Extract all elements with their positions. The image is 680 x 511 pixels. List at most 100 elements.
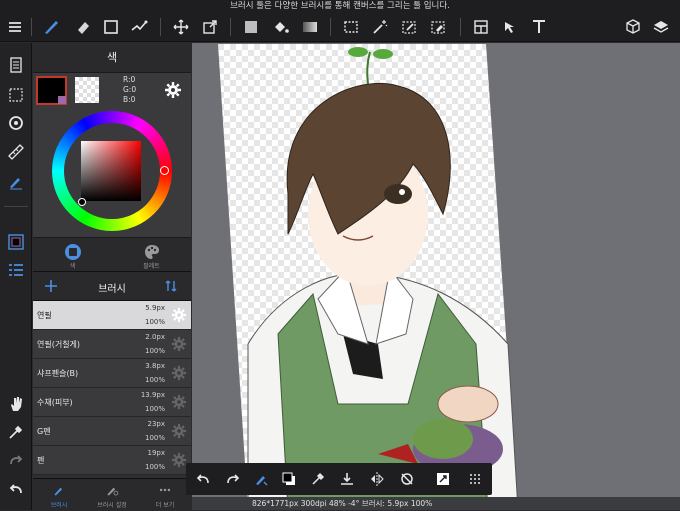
secondary-color-swatch[interactable]	[75, 77, 99, 103]
brush-opacity: 100%	[144, 318, 165, 326]
flip-horizontal-icon[interactable]	[366, 468, 388, 490]
brush-rotate-icon[interactable]	[250, 468, 272, 490]
tab-color-label: 색	[69, 263, 76, 270]
tab-color[interactable]: 색	[33, 238, 112, 272]
brush-settings-gear-icon[interactable]	[171, 307, 187, 323]
color-tabs: 색 팔레트	[33, 237, 191, 271]
fill-color-icon[interactable]	[240, 16, 262, 38]
undo-icon[interactable]	[5, 478, 27, 500]
tab-brush-settings-label: 브러시 설정	[97, 502, 127, 509]
brush-settings-gear-icon[interactable]	[171, 423, 187, 439]
brush-size: 13.9px	[140, 391, 165, 399]
brush-settings-icon	[107, 487, 119, 496]
brush-settings-gear-icon[interactable]	[171, 452, 187, 468]
tab-more[interactable]: 더 보기	[139, 479, 191, 511]
undo-icon[interactable]	[192, 468, 214, 490]
brush-name: 펜	[37, 456, 45, 465]
save-download-icon[interactable]	[336, 468, 358, 490]
page-manager-icon[interactable]	[5, 54, 27, 76]
brush-panel-header: 브러시	[33, 271, 191, 301]
brush-item[interactable]: 연필 5.9px 100%	[33, 301, 191, 330]
tab-palette[interactable]: 팔레트	[112, 238, 191, 272]
layer-list-icon[interactable]	[5, 259, 27, 281]
brush-size: 2.0px	[145, 333, 165, 341]
status-bar: 826*1771px 300dpi 48% -4° 브러시: 5.9px 100…	[192, 497, 680, 510]
brush-opacity: 100%	[144, 434, 165, 442]
palette-icon	[144, 245, 159, 259]
brush-opacity: 100%	[144, 405, 165, 413]
menu-icon[interactable]	[4, 16, 26, 38]
line-tool-icon[interactable]	[128, 16, 150, 38]
brush-settings-gear-icon[interactable]	[171, 336, 187, 352]
sv-picker-handle[interactable]	[78, 198, 86, 206]
select-rect-icon[interactable]	[340, 16, 362, 38]
rotate-canvas-icon[interactable]	[5, 112, 27, 134]
ruler-icon[interactable]	[5, 141, 27, 163]
fit-screen-icon[interactable]	[432, 468, 454, 490]
grid-menu-icon[interactable]	[464, 468, 486, 490]
color-swap-icon[interactable]	[278, 468, 300, 490]
top-toolbar: 브러시 툴은 다양한 브러시를 통해 캔버스를 그리는 툴 입니다.	[0, 0, 680, 42]
eraser-tool-icon[interactable]	[72, 16, 94, 38]
primary-color-swatch[interactable]	[36, 76, 67, 105]
sort-icon[interactable]	[163, 278, 179, 294]
tab-brush[interactable]: 브러시	[33, 479, 85, 511]
brush-name: 연필(거칠게)	[37, 340, 81, 349]
color-panel-toggle-icon[interactable]	[5, 231, 27, 253]
materials-icon[interactable]	[622, 16, 644, 38]
tool-tooltip: 브러시 툴은 다양한 브러시를 통해 캔버스를 그리는 툴 입니다.	[230, 1, 450, 11]
move-tool-icon[interactable]	[170, 16, 192, 38]
frame-divide-icon[interactable]	[470, 16, 492, 38]
brush-item[interactable]: 펜 19px 100%	[33, 446, 191, 475]
brush-settings-gear-icon[interactable]	[171, 394, 187, 410]
saturation-value-square[interactable]	[81, 141, 141, 201]
rgb-r-value: R:0	[123, 75, 136, 84]
brush-item[interactable]: 샤프펜슬(B) 3.8px 100%	[33, 359, 191, 388]
hue-picker-handle[interactable]	[160, 166, 169, 175]
selection-panel-icon[interactable]	[5, 84, 27, 106]
brush-name: 연필	[37, 311, 52, 320]
redo-icon[interactable]	[5, 449, 27, 471]
brush-opacity: 100%	[144, 463, 165, 471]
rotate-reset-icon[interactable]	[396, 468, 418, 490]
text-tool-icon[interactable]	[528, 16, 550, 38]
redo-icon[interactable]	[222, 468, 244, 490]
shape-tool-icon[interactable]	[100, 16, 122, 38]
tab-more-label: 더 보기	[155, 502, 175, 509]
color-panel-title: 색	[33, 43, 191, 73]
gradient-tool-icon[interactable]	[299, 16, 321, 38]
more-dots-icon	[159, 488, 171, 492]
color-wheel-area	[33, 109, 191, 237]
stabilizer-brush-icon[interactable]	[5, 170, 27, 192]
left-toolbar	[0, 43, 32, 510]
brush-item[interactable]: 연필(거칠게) 2.0px 100%	[33, 330, 191, 359]
eyedropper-icon[interactable]	[307, 468, 329, 490]
tab-brush-settings[interactable]: 브러시 설정	[86, 479, 138, 511]
brush-tool-icon[interactable]	[40, 16, 62, 38]
operation-tool-icon[interactable]	[499, 16, 521, 38]
select-pen-icon[interactable]	[398, 16, 420, 38]
brush-opacity: 100%	[144, 376, 165, 384]
tab-brush-label: 브러시	[50, 502, 68, 509]
quick-access-bar	[186, 463, 492, 495]
eyedropper-icon[interactable]	[5, 421, 27, 443]
layers-icon[interactable]	[650, 16, 672, 38]
brush-name: 수채(피부)	[37, 398, 73, 407]
brush-settings-gear-icon[interactable]	[171, 365, 187, 381]
brush-item[interactable]: 수채(피부) 13.9px 100%	[33, 388, 191, 417]
transform-tool-icon[interactable]	[199, 16, 221, 38]
brush-item[interactable]: G펜 23px 100%	[33, 417, 191, 446]
select-eraser-icon[interactable]	[427, 16, 449, 38]
bucket-tool-icon[interactable]	[270, 16, 292, 38]
color-circle-icon	[64, 244, 81, 260]
brush-opacity: 100%	[144, 347, 165, 355]
brush-size: 5.9px	[145, 304, 165, 312]
magic-wand-icon[interactable]	[369, 16, 391, 38]
drawing-canvas[interactable]	[218, 44, 518, 510]
brush-size: 19px	[147, 449, 166, 457]
color-swatch-row: R:0 G:0 B:0	[33, 73, 191, 109]
brush-bottom-tabs: 브러시 브러시 설정 더 보기	[33, 478, 191, 510]
brush-icon	[54, 487, 63, 496]
hand-tool-icon[interactable]	[5, 393, 27, 415]
color-settings-gear-icon[interactable]	[164, 81, 182, 99]
